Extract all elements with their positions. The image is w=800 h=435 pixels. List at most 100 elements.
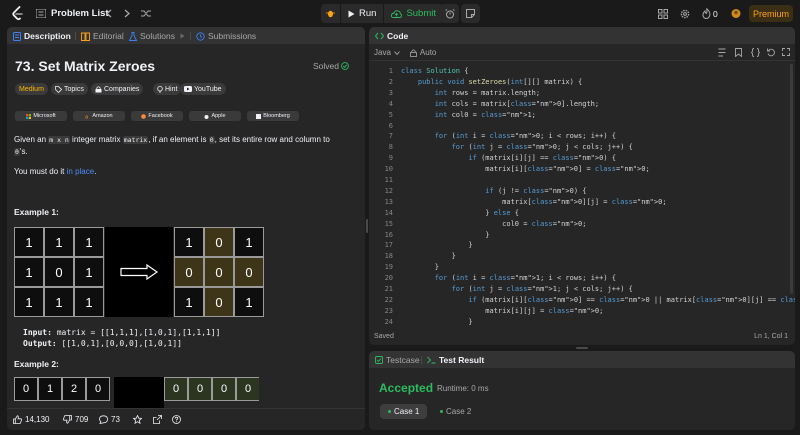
company-tag-apple[interactable]: Apple <box>189 111 241 121</box>
tab-code[interactable]: Code <box>375 31 408 41</box>
share-external-icon[interactable] <box>153 415 162 424</box>
help-circle-icon[interactable] <box>172 415 181 424</box>
comment-icon <box>99 415 108 424</box>
topics-chip[interactable]: Topics <box>51 83 88 95</box>
meta-logo-icon <box>141 113 147 119</box>
line-number: 17 <box>384 241 393 250</box>
code-line: int rows = matrix.length; <box>434 88 541 97</box>
like-count: 14,130 <box>25 415 50 424</box>
matrix-before: 0120 <box>14 377 110 401</box>
tab-test-result[interactable]: Test Result <box>427 355 484 365</box>
avatar-icon[interactable] <box>731 8 741 19</box>
editor-toolbar: Java Auto <box>369 44 795 61</box>
code-line: matrix[i][class="nm">0] = class="nm">0; <box>401 165 650 174</box>
language-label: Java <box>374 48 391 57</box>
code-editor-panel: Code Java Auto 1 class Solution {2 public… <box>369 27 795 345</box>
code-line: for (int j = class="nm">1; j < cols; j++… <box>451 285 633 293</box>
result-status: Accepted <box>379 381 434 395</box>
line-number: 10 <box>384 165 393 174</box>
line-number: 24 <box>384 317 393 326</box>
code-line: for (int i = class="nm">0; i < rows; i++… <box>434 132 616 141</box>
matrix-cell: 0 <box>212 377 236 401</box>
company-tag-bloomberg[interactable]: Bloomberg <box>247 111 299 121</box>
premium-button[interactable]: Premium <box>749 5 793 22</box>
line-number: 1 <box>388 67 393 75</box>
company-tag-facebook[interactable]: Facebook <box>131 111 183 121</box>
notes-button[interactable] <box>461 4 480 23</box>
tab-description-label: Description <box>24 31 71 41</box>
note-icon <box>466 9 475 18</box>
in-place-link[interactable]: in place <box>67 167 95 176</box>
shuffle-icon[interactable] <box>141 9 151 18</box>
tag-icon <box>55 85 62 93</box>
problem-description: Given an m x n integer matrix matrix, if… <box>14 135 330 156</box>
code-line: } else { <box>401 208 520 217</box>
format-lines-icon[interactable] <box>718 48 726 57</box>
hint-chip[interactable]: Hint <box>153 83 182 95</box>
settings-gear-icon[interactable] <box>680 9 690 19</box>
debug-button[interactable] <box>321 4 340 23</box>
reset-icon[interactable] <box>767 48 775 57</box>
difficulty-chip[interactable]: Medium <box>15 83 48 95</box>
editor-scrollbar[interactable] <box>790 64 793 294</box>
chevron-left-icon[interactable] <box>106 9 112 18</box>
like-button[interactable]: 14,130 <box>13 415 49 424</box>
horizontal-splitter-handle[interactable] <box>576 347 588 349</box>
dislike-button[interactable]: 709 <box>63 415 88 424</box>
tab-testcase[interactable]: Testcase <box>375 355 420 365</box>
cursor-position: Ln 1, Col 1 <box>754 333 788 340</box>
bookmark-icon[interactable] <box>735 48 742 57</box>
company-label: Apple <box>211 113 226 119</box>
timer-button[interactable] <box>440 4 459 23</box>
company-label: Amazon <box>92 113 113 119</box>
case-2-button[interactable]: Case 2 <box>432 404 479 419</box>
tab-description[interactable]: Description <box>13 31 71 41</box>
tab-testcase-label: Testcase <box>386 355 420 365</box>
run-button[interactable]: Run <box>340 4 383 23</box>
flask-icon <box>129 31 137 41</box>
matrix-cell: 1 <box>234 227 264 257</box>
list-icon[interactable] <box>36 9 46 18</box>
code-line: class Solution { <box>401 67 469 75</box>
tab-submissions[interactable]: Submissions <box>196 31 256 41</box>
leetcode-logo-icon[interactable] <box>11 6 25 21</box>
expand-icon[interactable] <box>782 48 790 56</box>
language-select[interactable]: Java <box>374 48 400 57</box>
line-number: 7 <box>388 132 393 141</box>
company-label: Microsoft <box>33 113 56 119</box>
case-1-label: Case 1 <box>394 407 420 416</box>
tab-editorial[interactable]: Editorial <box>81 31 124 41</box>
company-tag-microsoft[interactable]: Microsoft <box>15 111 67 121</box>
case-1-button[interactable]: Case 1 <box>380 404 428 419</box>
matrix-cell: 1 <box>44 227 74 257</box>
companies-chip[interactable]: Companies <box>91 83 144 95</box>
matrix-cell: 1 <box>74 257 104 287</box>
matrix-cell: 1 <box>44 287 74 317</box>
submit-button[interactable]: Submit <box>383 4 443 23</box>
microsoft-logo-icon <box>26 113 32 119</box>
auto-mode-toggle[interactable]: Auto <box>410 48 436 57</box>
company-tag-amazon[interactable]: a Amazon <box>73 111 125 121</box>
layout-grid-icon[interactable] <box>658 9 668 19</box>
tab-solutions[interactable]: Solutions <box>129 31 185 41</box>
in-place-note: You must do it in place. <box>14 167 97 176</box>
auto-label: Auto <box>419 48 437 57</box>
problem-list-link[interactable]: Problem List <box>51 8 109 19</box>
vertical-splitter-handle[interactable] <box>366 219 368 233</box>
code-line: matrix[class="nm">0][j] = class="nm">0; <box>401 197 667 206</box>
code-line: } <box>401 317 473 326</box>
matrix-cell: 1 <box>174 287 204 317</box>
star-icon[interactable] <box>133 415 142 424</box>
line-number: 14 <box>384 208 393 217</box>
chevron-right-icon[interactable] <box>124 9 130 18</box>
cloud-upload-icon <box>391 9 403 18</box>
history-icon <box>196 31 205 41</box>
braces-icon[interactable] <box>751 48 760 57</box>
fire-streak-icon[interactable] <box>702 8 711 19</box>
youtube-chip[interactable]: YouTube <box>180 83 226 95</box>
matrix-cell: 0 <box>44 257 74 287</box>
run-label: Run <box>359 8 377 19</box>
matrix-cell: 0 <box>14 377 38 401</box>
comments-button[interactable]: 73 <box>99 415 120 424</box>
line-number: 4 <box>388 99 393 108</box>
